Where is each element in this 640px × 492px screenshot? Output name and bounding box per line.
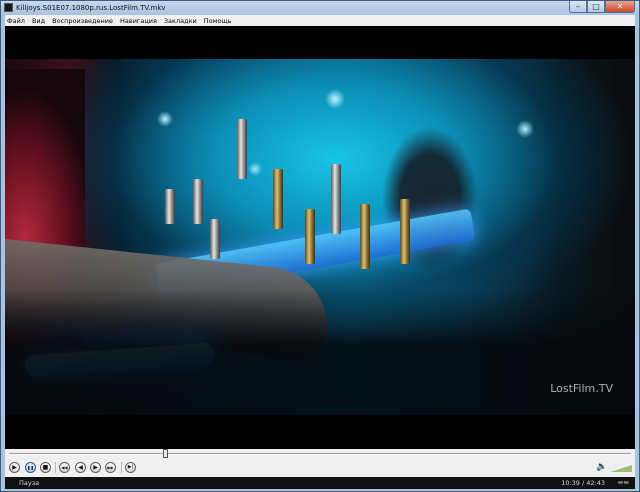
scene-device bbox=[305, 209, 315, 264]
play-button[interactable]: ▶ bbox=[9, 462, 20, 473]
menu-file[interactable]: Файл bbox=[7, 17, 25, 25]
menu-bar: Файл Вид Воспроизведение Навигация Закла… bbox=[5, 15, 635, 26]
speaker-icon[interactable]: 🔈 bbox=[596, 463, 607, 472]
skip-back-button[interactable]: ◀◀ bbox=[59, 462, 70, 473]
title-bar[interactable]: Killjoys.S01E07.1080p.rus.LostFilm.TV.mk… bbox=[1, 1, 639, 15]
seek-thumb[interactable] bbox=[162, 449, 168, 458]
scene-device bbox=[210, 219, 220, 259]
player-window: Killjoys.S01E07.1080p.rus.LostFilm.TV.mk… bbox=[0, 0, 640, 492]
menu-help[interactable]: Помощь bbox=[204, 17, 232, 25]
video-frame: LostFilm.TV bbox=[5, 59, 635, 415]
scene-device bbox=[331, 164, 341, 234]
status-bar: Пауза 10:39 / 42:43 ▬▬ bbox=[5, 477, 635, 489]
volume-slider[interactable] bbox=[610, 464, 632, 472]
minimize-button[interactable]: – bbox=[569, 1, 587, 13]
close-button[interactable]: ✕ bbox=[605, 1, 635, 13]
time-display: 10:39 / 42:43 bbox=[561, 479, 605, 487]
scene-device bbox=[237, 119, 247, 179]
signal-icon: ▬▬ bbox=[617, 479, 629, 486]
seek-track[interactable] bbox=[9, 453, 631, 455]
menu-view[interactable]: Вид bbox=[32, 17, 45, 25]
menu-playback[interactable]: Воспроизведение bbox=[52, 17, 113, 25]
video-area[interactable]: LostFilm.TV bbox=[5, 26, 635, 449]
separator bbox=[55, 462, 56, 473]
frame-forward-button[interactable]: ▶ bbox=[90, 462, 101, 473]
scene-device bbox=[165, 189, 175, 224]
scene-shadow bbox=[5, 289, 635, 415]
window-title: Killjoys.S01E07.1080p.rus.LostFilm.TV.mk… bbox=[16, 4, 166, 12]
menu-bookmarks[interactable]: Закладки bbox=[164, 17, 197, 25]
seek-bar[interactable] bbox=[5, 449, 635, 459]
scene-device bbox=[400, 199, 410, 264]
app-icon bbox=[4, 3, 13, 12]
scene-device bbox=[193, 179, 203, 224]
scene-device bbox=[360, 204, 370, 269]
frame-back-button[interactable]: ◀ bbox=[75, 462, 86, 473]
separator bbox=[121, 462, 122, 473]
pause-button[interactable]: ❚❚ bbox=[25, 462, 36, 473]
scene-device bbox=[273, 169, 283, 229]
menu-navigation[interactable]: Навигация bbox=[120, 17, 157, 25]
maximize-button[interactable]: □ bbox=[587, 1, 605, 13]
frame-step-button[interactable]: ▶| bbox=[125, 462, 136, 473]
window-controls: – □ ✕ bbox=[569, 1, 635, 13]
video-watermark: LostFilm.TV bbox=[550, 382, 613, 395]
playback-state: Пауза bbox=[19, 479, 40, 487]
control-bar: ▶ ❚❚ ■ ◀◀ ◀ ▶ ▶▶ ▶| 🔈 bbox=[5, 459, 635, 477]
skip-forward-button[interactable]: ▶▶ bbox=[105, 462, 116, 473]
volume-level bbox=[610, 465, 632, 472]
stop-button[interactable]: ■ bbox=[40, 462, 51, 473]
